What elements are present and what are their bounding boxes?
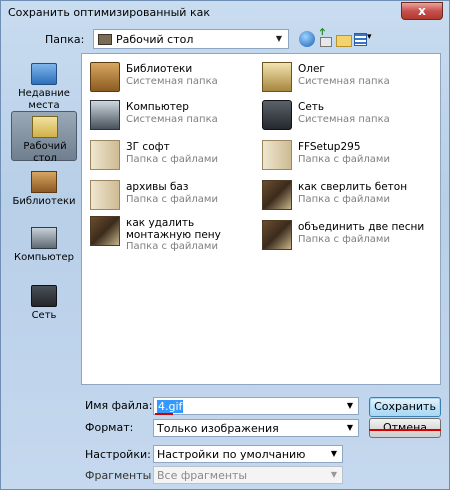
fragments-value: Все фрагменты bbox=[157, 469, 248, 482]
file-item[interactable]: как удалить монтажную пену Папка с файла… bbox=[86, 214, 256, 258]
up-folder-icon[interactable] bbox=[317, 31, 333, 47]
annotation-underline bbox=[155, 413, 173, 415]
place-label: Библиотеки bbox=[12, 196, 76, 207]
recent-places-icon bbox=[31, 63, 57, 85]
libraries-folder-icon bbox=[90, 62, 120, 92]
filename-label: Имя файла: bbox=[85, 399, 153, 412]
file-name: объединить две песни bbox=[298, 221, 425, 233]
format-label: Формат: bbox=[85, 421, 134, 434]
close-button[interactable]: x bbox=[401, 2, 443, 20]
toolbar: Папка: Рабочий стол ▼ bbox=[9, 27, 441, 51]
file-item[interactable]: объединить две песни Папка с файлами bbox=[258, 218, 428, 254]
place-libraries[interactable]: Библиотеки bbox=[11, 167, 77, 217]
settings-dropdown[interactable]: Настройки по умолчанию ▼ bbox=[153, 445, 343, 463]
file-type: Папка с файлами bbox=[126, 194, 218, 205]
image-folder-icon bbox=[90, 216, 120, 246]
chevron-down-icon[interactable]: ▼ bbox=[344, 400, 356, 412]
file-name: как сверлить бетон bbox=[298, 181, 408, 193]
file-item[interactable]: архивы баз Папка с файлами bbox=[86, 178, 256, 214]
image-folder-icon bbox=[262, 180, 292, 210]
place-label: Компьютер bbox=[14, 252, 74, 263]
cancel-button[interactable]: Отмена bbox=[369, 418, 441, 438]
file-type: Системная папка bbox=[298, 76, 390, 87]
file-type: Системная папка bbox=[298, 114, 390, 125]
file-name: как удалить монтажную пену bbox=[126, 217, 221, 241]
file-name: архивы баз bbox=[126, 181, 189, 193]
file-item[interactable]: 3Г софт Папка с файлами bbox=[86, 138, 256, 174]
filename-value: 4.gif bbox=[157, 400, 184, 413]
fragments-label: Фрагменты bbox=[85, 469, 152, 482]
place-network[interactable]: Сеть bbox=[11, 281, 77, 331]
location-value: Рабочий стол bbox=[116, 33, 194, 46]
file-item[interactable]: FFSetup295 Папка с файлами bbox=[258, 138, 428, 174]
folder-label: Папка: bbox=[45, 33, 85, 46]
settings-label: Настройки: bbox=[85, 448, 151, 461]
places-bar: Недавние места Рабочий стол Библиотеки К… bbox=[9, 53, 79, 385]
window-title: Сохранить оптимизированный как bbox=[8, 6, 210, 19]
file-item[interactable]: как сверлить бетон Папка с файлами bbox=[258, 178, 428, 214]
chevron-down-icon[interactable]: ▼ bbox=[328, 448, 340, 460]
format-value: Только изображения bbox=[157, 422, 279, 435]
annotation-underline bbox=[369, 429, 441, 431]
back-icon[interactable] bbox=[299, 31, 315, 47]
file-type: Системная папка bbox=[126, 114, 218, 125]
file-name: Олег bbox=[298, 63, 325, 75]
place-computer[interactable]: Компьютер bbox=[11, 223, 77, 273]
save-options: Имя файла: 4.gif ▼ Формат: Только изобра… bbox=[1, 389, 450, 489]
image-folder-icon bbox=[262, 220, 292, 250]
place-label: Рабочий стол bbox=[23, 141, 67, 164]
network-icon bbox=[262, 100, 292, 130]
file-item[interactable]: Компьютер Системная папка bbox=[86, 98, 256, 134]
location-dropdown[interactable]: Рабочий стол ▼ bbox=[93, 29, 289, 49]
file-item[interactable]: Библиотеки Системная папка bbox=[86, 60, 256, 96]
title-bar[interactable]: Сохранить оптимизированный как x bbox=[1, 1, 449, 25]
chevron-down-icon[interactable]: ▼ bbox=[272, 32, 286, 46]
file-item[interactable]: Олег Системная папка bbox=[258, 60, 428, 96]
folder-icon bbox=[262, 140, 292, 170]
chevron-down-icon[interactable]: ▼ bbox=[344, 422, 356, 434]
computer-icon bbox=[90, 100, 120, 130]
file-type: Папка с файлами bbox=[298, 154, 390, 165]
place-desktop[interactable]: Рабочий стол bbox=[11, 111, 77, 164]
file-name: Сеть bbox=[298, 101, 325, 113]
chevron-down-icon: ▼ bbox=[330, 470, 338, 479]
filename-field[interactable]: 4.gif ▼ bbox=[153, 397, 359, 415]
file-name: Компьютер bbox=[126, 101, 189, 113]
desktop-icon bbox=[98, 34, 112, 45]
file-type: Папка с файлами bbox=[126, 241, 218, 252]
file-type: Папка с файлами bbox=[298, 194, 390, 205]
new-folder-icon[interactable] bbox=[335, 31, 352, 47]
place-label: Сеть bbox=[31, 310, 57, 321]
format-dropdown[interactable]: Только изображения ▼ bbox=[153, 419, 359, 437]
save-button[interactable]: Сохранить bbox=[369, 397, 441, 417]
network-icon bbox=[31, 285, 57, 307]
file-type: Папка с файлами bbox=[126, 154, 218, 165]
libraries-icon bbox=[31, 171, 57, 193]
save-dialog: Сохранить оптимизированный как x Папка: … bbox=[0, 0, 450, 490]
file-name: FFSetup295 bbox=[298, 141, 361, 153]
file-type: Системная папка bbox=[126, 76, 218, 87]
file-item[interactable]: Сеть Системная папка bbox=[258, 98, 428, 134]
file-type: Папка с файлами bbox=[298, 234, 390, 245]
folder-icon bbox=[90, 140, 120, 170]
place-recent[interactable]: Недавние места bbox=[11, 59, 77, 111]
fragments-dropdown: Все фрагменты ▼ bbox=[153, 466, 343, 484]
computer-icon bbox=[31, 227, 57, 249]
view-menu-icon[interactable] bbox=[353, 31, 375, 47]
user-folder-icon bbox=[262, 62, 292, 92]
settings-value: Настройки по умолчанию bbox=[157, 448, 306, 461]
desktop-icon bbox=[32, 116, 58, 138]
place-label: Недавние места bbox=[18, 88, 70, 111]
folder-icon bbox=[90, 180, 120, 210]
file-name: Библиотеки bbox=[126, 63, 193, 75]
file-list[interactable]: Библиотеки Системная папка Олег Системна… bbox=[81, 53, 441, 385]
file-name: 3Г софт bbox=[126, 141, 170, 153]
